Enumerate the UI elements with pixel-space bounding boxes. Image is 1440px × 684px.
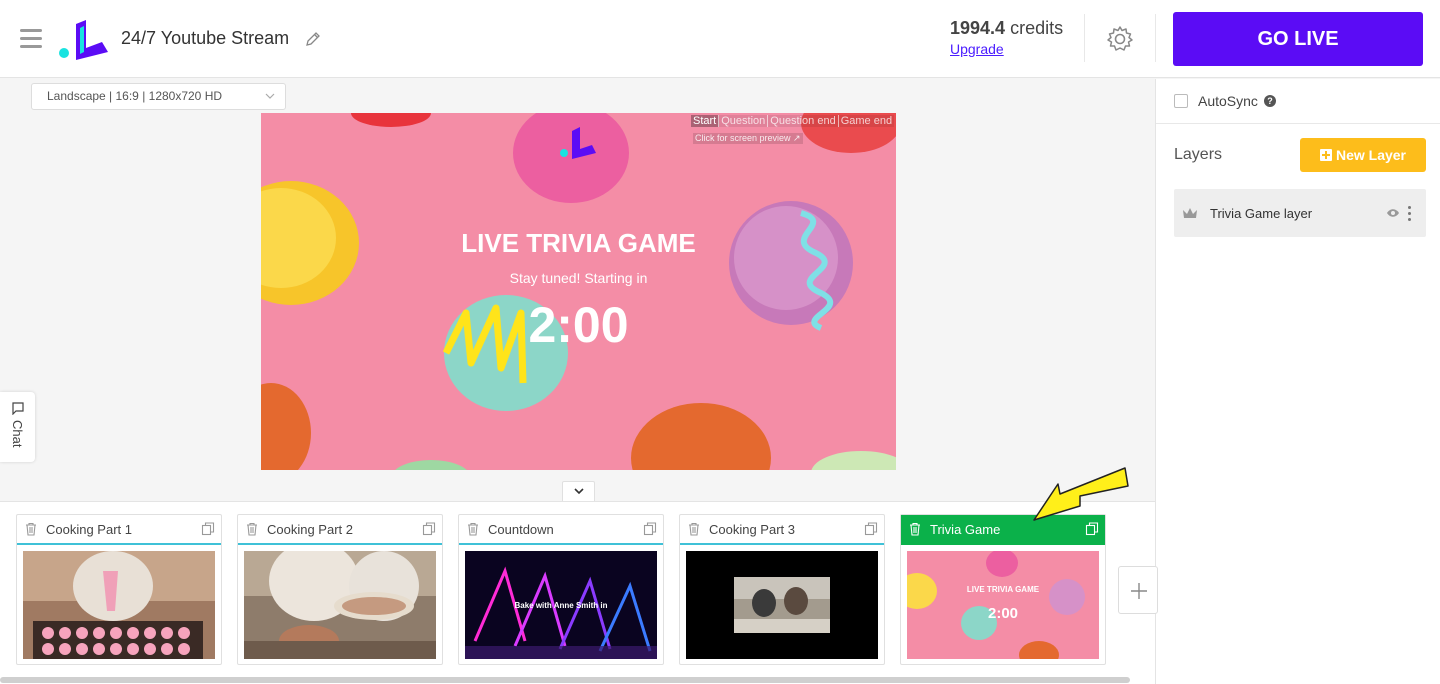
app-logo xyxy=(59,20,108,60)
tab-question-end[interactable]: Question end xyxy=(768,115,839,127)
scene-header: Cooking Part 2 xyxy=(238,515,442,545)
overlay-title: LIVE TRIVIA GAME xyxy=(461,228,696,258)
trash-icon[interactable] xyxy=(466,522,480,536)
arrow-annotation-icon xyxy=(1033,467,1129,521)
overlay-countdown-timer: 2:00 xyxy=(528,297,629,353)
thumb-timer: 2:00 xyxy=(987,605,1019,622)
scene-thumbnail: LIVE TRIVIA GAME 2:00 xyxy=(907,551,1099,659)
eye-icon[interactable] xyxy=(1386,208,1400,218)
tab-start[interactable]: Start xyxy=(691,115,720,127)
autosync-label: AutoSync xyxy=(1198,93,1258,109)
scene-card[interactable]: Countdown Bake with Anne Smith in xyxy=(458,514,664,665)
new-layer-button[interactable]: New Layer xyxy=(1300,138,1426,172)
go-live-button[interactable]: GO LIVE xyxy=(1173,12,1423,66)
tab-game-end[interactable]: Game end xyxy=(838,115,895,127)
macaron-background-image xyxy=(261,113,896,470)
scene-state-tabs: Start Question Question end Game end xyxy=(691,115,895,127)
trash-icon[interactable] xyxy=(908,522,922,536)
collapse-preview-button[interactable] xyxy=(562,481,595,503)
scenes-strip: Cooking Part 1 Cooking Part 2 Countdown … xyxy=(0,467,1158,684)
scene-header: Countdown xyxy=(459,515,663,545)
add-scene-button[interactable] xyxy=(1118,566,1158,614)
credits-label: credits xyxy=(1010,18,1064,38)
top-bar: 24/7 Youtube Stream 1994.4 credits Upgra… xyxy=(0,0,1440,78)
copy-icon[interactable] xyxy=(643,522,657,536)
scene-header: Cooking Part 1 xyxy=(17,515,221,545)
trash-icon[interactable] xyxy=(245,522,259,536)
trash-icon[interactable] xyxy=(687,522,701,536)
layer-item[interactable]: Trivia Game layer xyxy=(1174,189,1426,237)
scene-card[interactable]: Cooking Part 1 xyxy=(16,514,222,665)
gear-icon[interactable] xyxy=(1106,25,1134,53)
scene-card-active[interactable]: Trivia Game LIVE TRIVIA GAME 2:00 xyxy=(900,514,1106,665)
scene-name: Cooking Part 2 xyxy=(267,521,353,537)
autosync-checkbox[interactable] xyxy=(1174,94,1188,108)
screen-preview-link[interactable]: Click for screen preview ↗ xyxy=(693,133,803,144)
menu-icon[interactable] xyxy=(20,29,42,49)
chevron-down-icon xyxy=(265,93,275,99)
chevron-down-icon xyxy=(574,488,584,495)
scene-card[interactable]: Cooking Part 2 xyxy=(237,514,443,665)
autosync-toggle[interactable]: AutoSync ? xyxy=(1174,93,1276,109)
scene-header: Cooking Part 3 xyxy=(680,515,884,545)
copy-icon[interactable] xyxy=(422,522,436,536)
horizontal-scrollbar[interactable] xyxy=(0,677,1130,683)
divider xyxy=(1156,123,1440,124)
scene-thumbnail xyxy=(244,551,436,659)
chat-label: Chat xyxy=(10,420,25,448)
crown-icon xyxy=(1183,208,1197,218)
credits-balance: 1994.4 credits xyxy=(950,18,1063,39)
chat-toggle[interactable]: Chat xyxy=(0,392,35,462)
chat-icon xyxy=(12,402,24,415)
scene-thumbnail: Bake with Anne Smith in xyxy=(465,551,657,659)
thumb-title: LIVE TRIVIA GAME xyxy=(966,585,1040,594)
copy-icon[interactable] xyxy=(864,522,878,536)
scene-name: Countdown xyxy=(488,521,554,537)
resolution-value: Landscape | 16:9 | 1280x720 HD xyxy=(47,89,223,103)
copy-icon[interactable] xyxy=(201,522,215,536)
right-panel: AutoSync ? Layers New Layer Trivia Game … xyxy=(1155,79,1440,684)
scene-thumbnail xyxy=(23,551,215,659)
edit-pencil-icon[interactable] xyxy=(304,30,322,48)
more-options-icon[interactable] xyxy=(1408,205,1412,221)
divider xyxy=(1084,14,1085,62)
scene-thumbnail xyxy=(686,551,878,659)
layer-name: Trivia Game layer xyxy=(1210,205,1313,221)
help-icon[interactable]: ? xyxy=(1263,95,1276,107)
stream-title: 24/7 Youtube Stream xyxy=(121,28,290,48)
new-layer-label: New Layer xyxy=(1335,147,1407,163)
layers-title: Layers xyxy=(1174,146,1223,163)
resolution-select[interactable]: Landscape | 16:9 | 1280x720 HD xyxy=(31,83,286,110)
plus-icon xyxy=(1131,583,1147,599)
plus-icon xyxy=(1319,149,1332,161)
overlay-subtitle: Stay tuned! Starting in xyxy=(509,270,648,286)
thumb-caption: Bake with Anne Smith in xyxy=(514,601,608,610)
trash-icon[interactable] xyxy=(24,522,38,536)
scene-name: Cooking Part 3 xyxy=(709,521,795,537)
credits-value: 1994.4 xyxy=(950,18,1006,38)
upgrade-link[interactable]: Upgrade xyxy=(950,41,1004,57)
divider xyxy=(1155,14,1156,62)
stream-preview[interactable]: Start Question Question end Game end Cli… xyxy=(261,113,896,470)
scene-card[interactable]: Cooking Part 3 xyxy=(679,514,885,665)
scene-name: Cooking Part 1 xyxy=(46,521,132,537)
tab-question[interactable]: Question xyxy=(719,115,769,127)
